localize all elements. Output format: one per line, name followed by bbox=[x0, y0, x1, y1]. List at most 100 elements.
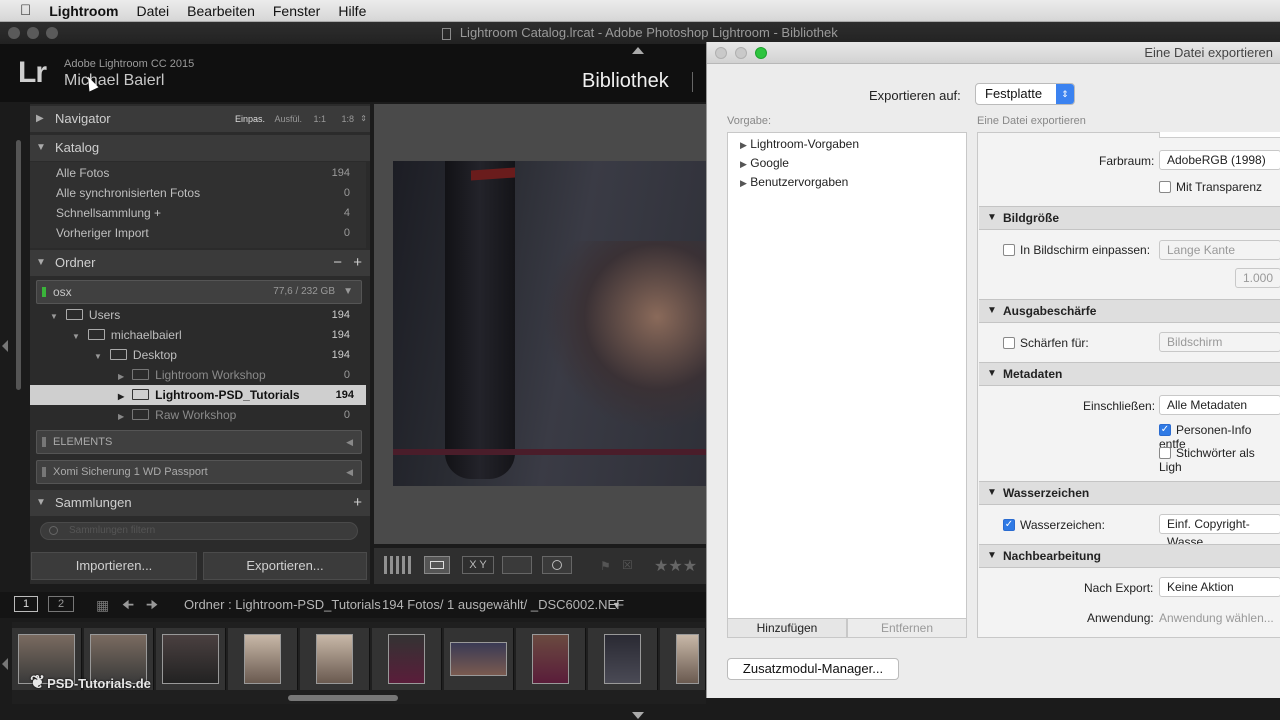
dialog-zoom-button[interactable] bbox=[755, 47, 767, 59]
add-preset-button[interactable]: Hinzufügen bbox=[727, 618, 847, 638]
section-nachbearbeitung[interactable]: ▼ Nachbearbeitung bbox=[979, 544, 1280, 568]
export-to-select[interactable]: Festplatte ⇕ bbox=[975, 83, 1075, 105]
sammlungen-header[interactable]: ▼ Sammlungen + bbox=[30, 490, 370, 516]
lange-kante-select[interactable]: Lange Kante bbox=[1159, 240, 1280, 260]
menu-hilfe[interactable]: Hilfe bbox=[338, 3, 366, 19]
forward-arrow-icon[interactable]: 🠊 bbox=[146, 592, 158, 618]
folder-lightroom-workshop[interactable]: ▶ Lightroom Workshop 0 bbox=[118, 365, 362, 385]
preset-user[interactable]: ▶ Benutzervorgaben bbox=[740, 175, 848, 189]
section-bildgroesse[interactable]: ▼ Bildgröße bbox=[979, 206, 1280, 230]
navigator-header[interactable]: ▶ Navigator Einpas. Ausfül. 1:1 1:8 ⇕ bbox=[30, 106, 370, 132]
collection-filter-input[interactable]: Sammlungen filtern bbox=[40, 522, 358, 540]
folder-lightroom-psd-tutorials[interactable]: ▶ Lightroom-PSD_Tutorials 194 bbox=[30, 385, 366, 405]
katalog-header[interactable]: ▼ Katalog bbox=[30, 135, 370, 161]
schaerfen-checkbox[interactable]: Schärfen für: bbox=[1003, 336, 1089, 350]
wasserzeichen-select[interactable]: Einf. Copyright-Wasse bbox=[1159, 514, 1280, 549]
wasserzeichen-checkbox[interactable]: ✓ Wasserzeichen: bbox=[1003, 518, 1105, 532]
section-wasserzeichen[interactable]: ▼ Wasserzeichen bbox=[979, 481, 1280, 505]
menu-bearbeiten[interactable]: Bearbeiten bbox=[187, 3, 255, 19]
source-path[interactable]: Ordner : Lightroom-PSD_Tutorials bbox=[184, 592, 381, 618]
scrolled-select[interactable] bbox=[1159, 132, 1280, 138]
thumbnail[interactable] bbox=[156, 628, 226, 690]
left-collapse-icon[interactable] bbox=[2, 340, 8, 352]
filmstrip-scrollbar[interactable] bbox=[288, 695, 398, 701]
section-ausgabeschaerfe[interactable]: ▼ Ausgabeschärfe bbox=[979, 299, 1280, 323]
close-window-button[interactable] bbox=[8, 27, 20, 39]
volume-expand-icon[interactable]: ◀ bbox=[346, 431, 353, 453]
katalog-item-schnellsammlung[interactable]: Schnellsammlung + 4 bbox=[56, 203, 362, 223]
thumbnail[interactable] bbox=[588, 628, 658, 690]
thumbnail[interactable] bbox=[516, 628, 586, 690]
preset-google[interactable]: ▶ Google bbox=[740, 156, 789, 170]
transparenz-checkbox[interactable]: Mit Transparenz bbox=[1159, 180, 1262, 194]
volume-osx[interactable]: osx 77,6 / 232 GB ▼ bbox=[36, 280, 362, 304]
katalog-item-alle-fotos[interactable]: Alle Fotos 194 bbox=[56, 163, 362, 183]
zoom-fit[interactable]: Einpas. bbox=[235, 106, 265, 132]
stichwoerter-checkbox[interactable]: Stichwörter als Ligh bbox=[1159, 446, 1280, 474]
people-view-icon[interactable] bbox=[542, 556, 572, 574]
zoom-window-button[interactable] bbox=[46, 27, 58, 39]
folder-desktop[interactable]: ▼ Desktop 194 bbox=[94, 345, 362, 365]
reject-flag-icon[interactable]: ☒ bbox=[622, 558, 633, 572]
grid-view-icon[interactable] bbox=[384, 556, 412, 574]
dialog-minimize-button[interactable] bbox=[735, 47, 747, 59]
grid-icon[interactable]: ▦ bbox=[96, 592, 109, 618]
zoom-1-8[interactable]: 1:8 bbox=[341, 106, 354, 132]
volume-elements[interactable]: ELEMENTS ◀ bbox=[36, 430, 362, 454]
farbraum-select[interactable]: AdobeRGB (1998) bbox=[1159, 150, 1280, 170]
flag-icon[interactable]: ⚑ bbox=[600, 559, 611, 573]
dialog-close-button[interactable] bbox=[715, 47, 727, 59]
einschliessen-select[interactable]: Alle Metadaten bbox=[1159, 395, 1280, 415]
collapse-top-icon[interactable] bbox=[632, 47, 644, 54]
collapse-bottom-icon[interactable] bbox=[632, 712, 644, 719]
volume-expand-icon[interactable]: ◀ bbox=[346, 461, 353, 483]
folder-michaelbaierl[interactable]: ▼ michaelbaierl 194 bbox=[72, 325, 362, 345]
selection-info[interactable]: 194 Fotos/ 1 ausgewählt/ _DSC6002.NEF bbox=[382, 592, 624, 618]
dropdown-icon[interactable]: ▼ bbox=[612, 592, 621, 618]
preset-lightroom[interactable]: ▶ Lightroom-Vorgaben bbox=[740, 137, 859, 151]
survey-view-icon[interactable] bbox=[502, 556, 532, 574]
folder-users[interactable]: ▼ Users 194 bbox=[50, 305, 362, 325]
left-scrollbar[interactable] bbox=[16, 140, 21, 390]
plugin-manager-button[interactable]: Zusatzmodul-Manager... bbox=[727, 658, 899, 680]
add-folder-button[interactable]: + bbox=[353, 250, 362, 276]
zoom-stepper-icon[interactable]: ⇕ bbox=[360, 106, 367, 132]
thumbnail[interactable] bbox=[372, 628, 442, 690]
thumbnail[interactable] bbox=[444, 628, 514, 690]
remove-folder-button[interactable]: − bbox=[333, 250, 342, 276]
menu-datei[interactable]: Datei bbox=[136, 3, 169, 19]
schaerfen-select[interactable]: Bildschirm bbox=[1159, 332, 1280, 352]
zoom-1-1[interactable]: 1:1 bbox=[313, 106, 326, 132]
apple-icon[interactable]:  bbox=[20, 2, 31, 19]
rating-stars-icon[interactable]: ★★★ bbox=[654, 556, 697, 576]
volume-xomi[interactable]: Xomi Sicherung 1 WD Passport ◀ bbox=[36, 460, 362, 484]
compare-view-icon[interactable]: X Y bbox=[462, 556, 494, 574]
main-window-button[interactable]: 1 bbox=[14, 596, 38, 612]
remove-preset-button[interactable]: Entfernen bbox=[847, 618, 967, 638]
bildschirm-einpassen-checkbox[interactable]: In Bildschirm einpassen: bbox=[1003, 243, 1150, 257]
module-bibliothek[interactable]: Bibliothek bbox=[582, 70, 669, 93]
add-collection-button[interactable]: + bbox=[353, 490, 362, 516]
ordner-header[interactable]: ▼ Ordner − + bbox=[30, 250, 370, 276]
volume-collapse-icon[interactable]: ▼ bbox=[343, 281, 353, 303]
back-arrow-icon[interactable]: 🠈 bbox=[122, 592, 134, 618]
size-input[interactable]: 1.000 bbox=[1235, 268, 1280, 288]
section-metadaten[interactable]: ▼ Metadaten bbox=[979, 362, 1280, 386]
nach-export-select[interactable]: Keine Aktion bbox=[1159, 577, 1280, 597]
katalog-item-synchronisiert[interactable]: Alle synchronisierten Fotos 0 bbox=[56, 183, 362, 203]
minimize-window-button[interactable] bbox=[27, 27, 39, 39]
katalog-item-vorheriger-import[interactable]: Vorheriger Import 0 bbox=[56, 223, 362, 243]
thumbnail[interactable] bbox=[660, 628, 706, 690]
second-window-button[interactable]: 2 bbox=[48, 596, 74, 612]
thumbnail[interactable] bbox=[300, 628, 370, 690]
filmstrip-collapse-icon[interactable] bbox=[2, 658, 8, 670]
import-button[interactable]: Importieren... bbox=[31, 552, 197, 580]
anwendung-chooser[interactable]: Anwendung wählen... bbox=[1159, 611, 1274, 625]
zoom-fill[interactable]: Ausfül. bbox=[274, 106, 302, 132]
menu-fenster[interactable]: Fenster bbox=[273, 3, 320, 19]
loupe-view-icon[interactable] bbox=[424, 556, 450, 574]
folder-raw-workshop[interactable]: ▶ Raw Workshop 0 bbox=[118, 405, 362, 425]
export-button[interactable]: Exportieren... bbox=[203, 552, 367, 580]
menu-app[interactable]: Lightroom bbox=[49, 3, 118, 19]
thumbnail[interactable] bbox=[228, 628, 298, 690]
